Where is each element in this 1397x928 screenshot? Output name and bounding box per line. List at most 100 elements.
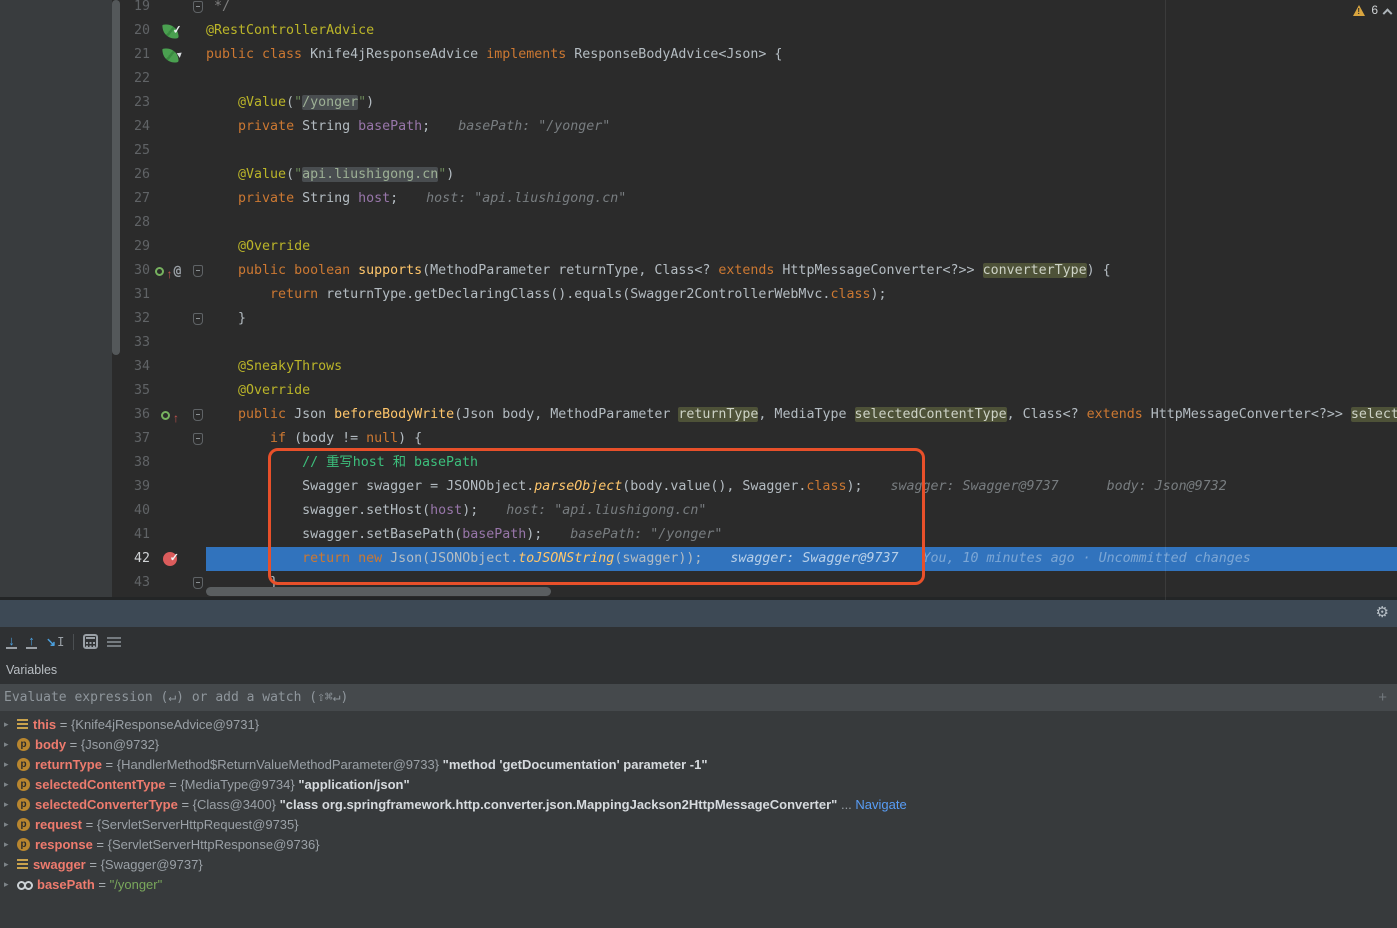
fold-marker-icon[interactable]: [193, 577, 203, 589]
fold-marker-icon[interactable]: [193, 409, 203, 421]
variable-row-body[interactable]: ▸body = {Json@9732}: [0, 734, 1397, 754]
chevron-right-icon[interactable]: ▸: [4, 779, 17, 790]
fold-marker-icon[interactable]: [193, 1, 203, 13]
line-number[interactable]: 31: [122, 283, 150, 307]
chevron-right-icon[interactable]: ▸: [4, 799, 17, 810]
line-number[interactable]: 40: [122, 499, 150, 523]
at-annotation-icon[interactable]: [174, 259, 186, 283]
chevron-right-icon[interactable]: ▸: [4, 839, 17, 850]
variable-row-selectedContentType[interactable]: ▸selectedContentType = {MediaType@9734} …: [0, 774, 1397, 794]
step-out-icon[interactable]: [26, 635, 37, 649]
code-text[interactable]: private String host;host: "api.liushigon…: [206, 187, 1397, 211]
variable-row-this[interactable]: ▸this = {Knife4jResponseAdvice@9731}: [0, 714, 1397, 734]
tab-variables[interactable]: Variables: [6, 663, 57, 677]
override-method-icon[interactable]: [155, 267, 164, 276]
line-number[interactable]: 20: [122, 19, 150, 43]
fold-marker-icon[interactable]: [193, 313, 203, 325]
variable-string-value: "/yonger": [110, 877, 163, 892]
chevron-right-icon[interactable]: ▸: [4, 879, 17, 890]
variable-row-selectedConverterType[interactable]: ▸selectedConverterType = {Class@3400} "c…: [0, 794, 1397, 814]
layout-settings-icon[interactable]: [107, 636, 122, 648]
chevron-up-icon[interactable]: [1383, 8, 1393, 18]
code-text[interactable]: */: [206, 0, 1397, 19]
left-scrollbar-thumb[interactable]: [112, 0, 120, 355]
code-segment: @Override: [238, 383, 310, 398]
code-text[interactable]: public Json beforeBodyWrite(Json body, M…: [206, 403, 1397, 427]
chevron-right-icon[interactable]: ▸: [4, 739, 17, 750]
line-number[interactable]: 30: [122, 259, 150, 283]
code-text[interactable]: [206, 211, 1397, 235]
line-number[interactable]: 43: [122, 571, 150, 595]
code-text[interactable]: @Override: [206, 235, 1397, 259]
fold-marker-icon[interactable]: [193, 433, 203, 445]
line-number[interactable]: 41: [122, 523, 150, 547]
fold-column: [190, 259, 206, 283]
code-text[interactable]: [206, 331, 1397, 355]
variable-name: returnType: [35, 757, 102, 772]
run-to-cursor-icon[interactable]: [46, 635, 64, 649]
spring-bean-nav-icon[interactable]: [162, 47, 178, 63]
code-text[interactable]: @RestControllerAdvice: [206, 19, 1397, 43]
line-number[interactable]: 25: [122, 139, 150, 163]
code-text[interactable]: [206, 139, 1397, 163]
chevron-right-icon[interactable]: ▸: [4, 719, 17, 730]
code-text[interactable]: @Override: [206, 379, 1397, 403]
code-text[interactable]: public class Knife4jResponseAdvice imple…: [206, 43, 1397, 67]
line-number[interactable]: 24: [122, 115, 150, 139]
code-text[interactable]: }: [206, 307, 1397, 331]
line-number[interactable]: 35: [122, 379, 150, 403]
spring-bean-check-icon[interactable]: [162, 23, 178, 39]
line-number[interactable]: 37: [122, 427, 150, 451]
local-value-icon: [17, 859, 28, 869]
gutter: [150, 331, 190, 355]
line-number[interactable]: 34: [122, 355, 150, 379]
evaluate-expression-input[interactable]: Evaluate expression (↵) or add a watch (…: [0, 684, 1397, 711]
code-text[interactable]: private String basePath;basePath: "/yong…: [206, 115, 1397, 139]
code-text[interactable]: public boolean supports(MethodParameter …: [206, 259, 1397, 283]
fold-marker-icon[interactable]: [193, 265, 203, 277]
code-segment: ) {: [398, 431, 422, 446]
line-number[interactable]: 42: [122, 547, 150, 571]
step-into-icon[interactable]: [6, 635, 17, 649]
code-segment: returnType.getDeclaringClass().equals(Sw…: [326, 287, 830, 302]
line-number[interactable]: 27: [122, 187, 150, 211]
line-number[interactable]: 26: [122, 163, 150, 187]
line-number[interactable]: 29: [122, 235, 150, 259]
chevron-right-icon[interactable]: ▸: [4, 759, 17, 770]
chevron-right-icon[interactable]: ▸: [4, 859, 17, 870]
code-text[interactable]: @SneakyThrows: [206, 355, 1397, 379]
line-number[interactable]: 19: [122, 0, 150, 19]
variable-row-returnType[interactable]: ▸returnType = {HandlerMethod$ReturnValue…: [0, 754, 1397, 774]
override-method-icon[interactable]: [161, 411, 170, 420]
horizontal-scrollbar[interactable]: [206, 587, 551, 596]
line-number[interactable]: 33: [122, 331, 150, 355]
gutter: [150, 427, 190, 451]
line-number[interactable]: 38: [122, 451, 150, 475]
line-number[interactable]: 23: [122, 91, 150, 115]
inspections-widget[interactable]: 6: [1353, 3, 1391, 17]
variable-string: "application/json": [295, 777, 410, 792]
code-segment: (body !=: [294, 431, 366, 446]
line-number[interactable]: 39: [122, 475, 150, 499]
navigate-link[interactable]: Navigate: [855, 797, 906, 812]
breakpoint-verified-icon[interactable]: [163, 552, 177, 566]
variable-row-basePath[interactable]: ▸basePath = "/yonger": [0, 874, 1397, 894]
code-segment: [206, 359, 238, 374]
evaluate-expression-icon[interactable]: [83, 634, 98, 649]
code-text[interactable]: return returnType.getDeclaringClass().eq…: [206, 283, 1397, 307]
code-text[interactable]: @Value("api.liushigong.cn"): [206, 163, 1397, 187]
line-number[interactable]: 32: [122, 307, 150, 331]
add-watch-plus-icon[interactable]: +: [1378, 689, 1387, 706]
line-number[interactable]: 21: [122, 43, 150, 67]
line-number[interactable]: 22: [122, 67, 150, 91]
line-number[interactable]: 36: [122, 403, 150, 427]
gear-icon[interactable]: ⚙: [1376, 603, 1389, 621]
variable-row-swagger[interactable]: ▸swagger = {Swagger@9737}: [0, 854, 1397, 874]
line-number[interactable]: 28: [122, 211, 150, 235]
code-text[interactable]: [206, 67, 1397, 91]
variable-value: {Json@9732}: [81, 737, 159, 752]
variable-row-request[interactable]: ▸request = {ServletServerHttpRequest@973…: [0, 814, 1397, 834]
chevron-right-icon[interactable]: ▸: [4, 819, 17, 830]
code-text[interactable]: @Value("/yonger"): [206, 91, 1397, 115]
variable-row-response[interactable]: ▸response = {ServletServerHttpResponse@9…: [0, 834, 1397, 854]
